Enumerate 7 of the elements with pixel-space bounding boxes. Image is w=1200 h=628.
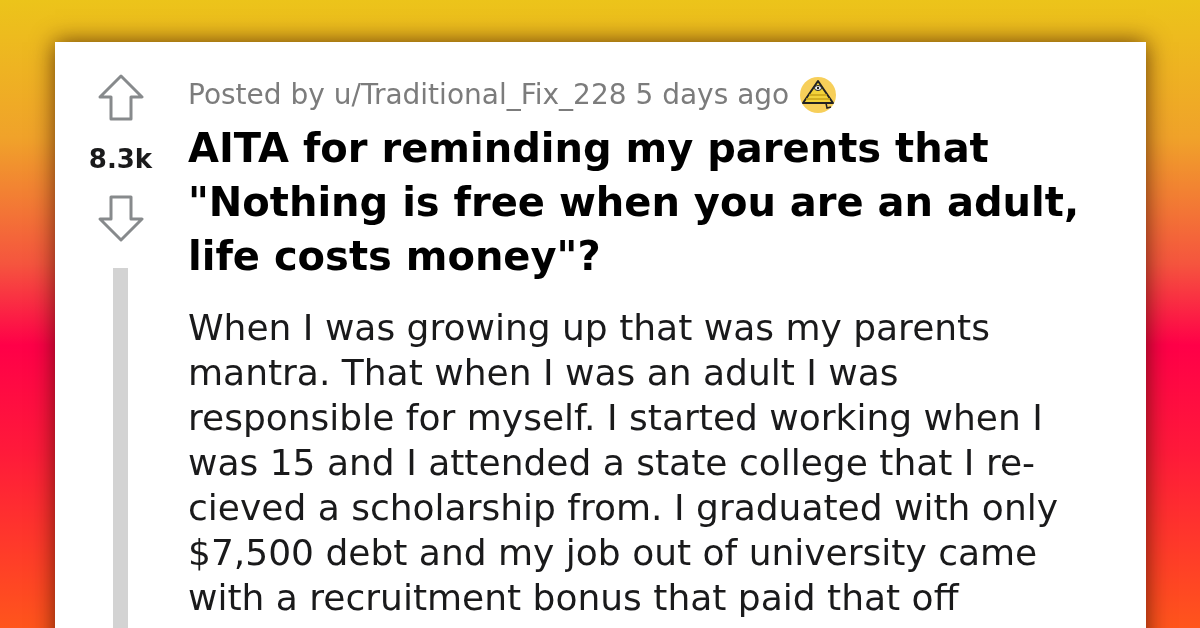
down-arrow-icon[interactable] [97, 195, 144, 242]
post-title: AITA for reminding my parents that "Nothing is free when you are an adult, life costs money"? [188, 124, 1081, 281]
post-meta: Posted by u/Traditional_Fix_228 5 days ago [188, 77, 790, 113]
pyramid-award-icon [799, 76, 838, 114]
up-arrow-icon[interactable] [97, 74, 144, 121]
post-body: When I was growing up that was my parents mantra. That when I was an adult I was responsible for myself. I started working when I was 15 and I attended a state college that I re-cieved a scholarship from. I graduated with only $7,500 debt and my job out of university came with a recruitment bonus that paid that off [188, 306, 1059, 620]
vote-count: 8.3k [88, 143, 153, 175]
